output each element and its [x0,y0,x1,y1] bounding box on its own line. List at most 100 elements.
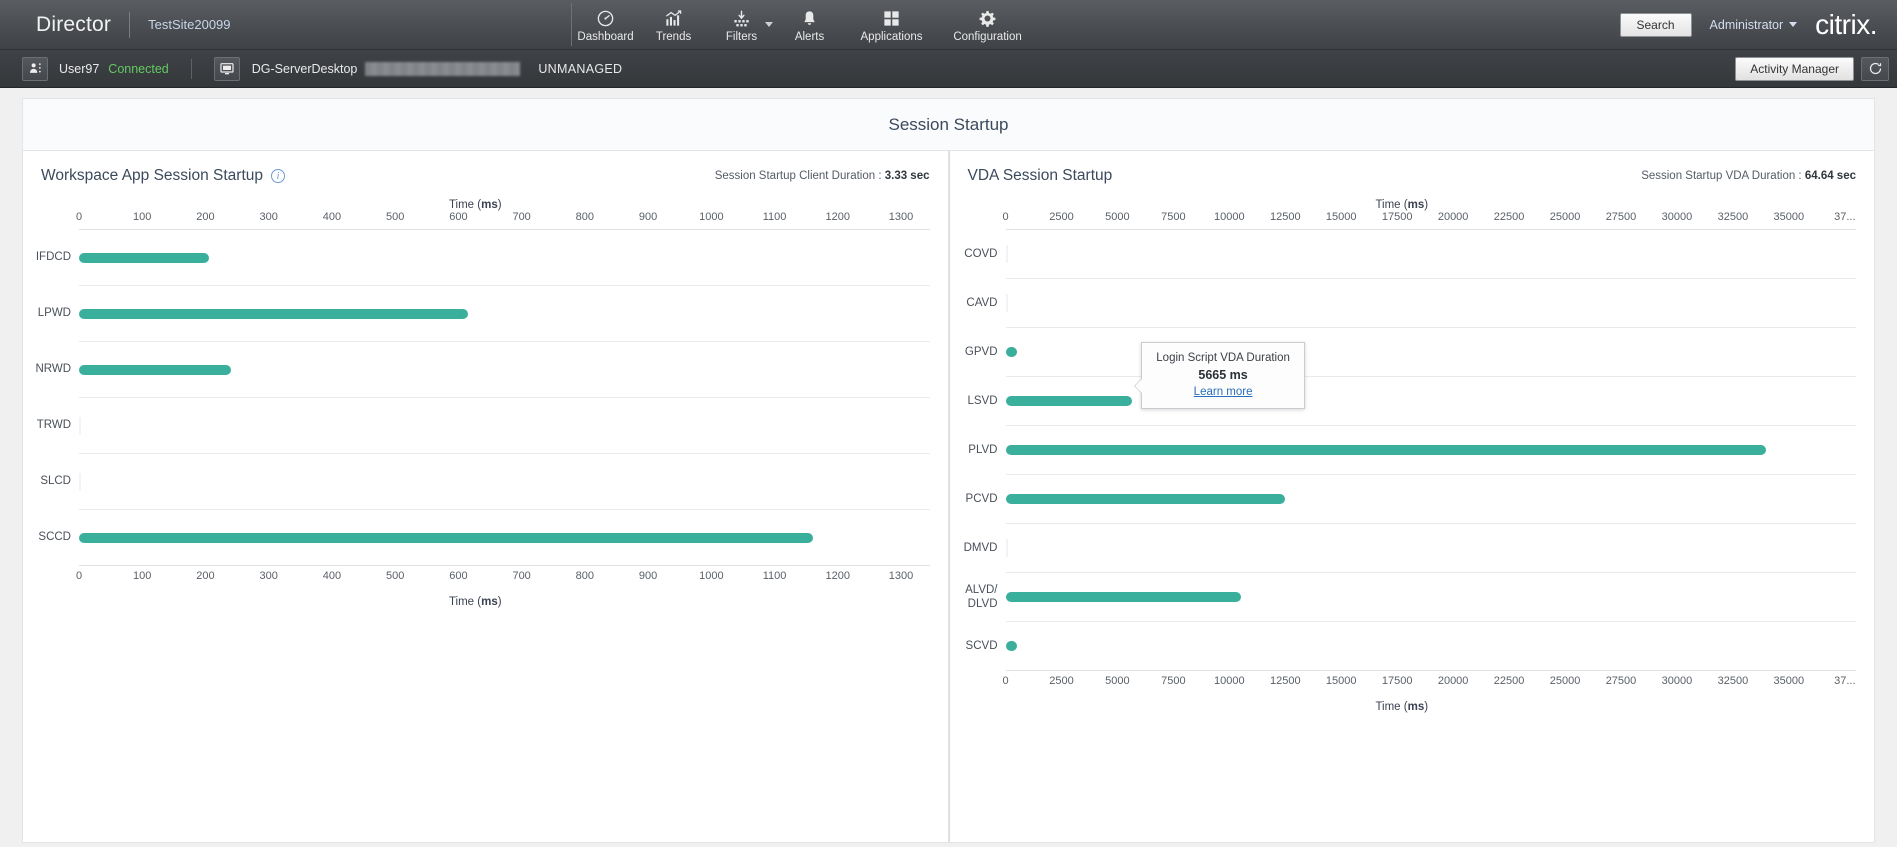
bar[interactable] [79,533,813,543]
x-tick-label: 32500 [1718,675,1749,687]
x-tick-label: 2500 [1049,675,1073,687]
x-tick-label: 200 [196,570,214,582]
chart-row: PCVD [1006,475,1857,524]
refresh-icon[interactable] [1861,57,1889,81]
learn-more-link[interactable]: Learn more [1194,386,1253,398]
nav-item-trends[interactable]: Trends [640,0,708,49]
category-label: SLCD [40,474,71,488]
x-tick-label: 400 [323,211,341,223]
x-tick-label: 200 [196,211,214,223]
admin-menu[interactable]: Administrator [1710,18,1798,32]
x-tick-label: 0 [76,570,82,582]
panel-header: Workspace App Session Startup i Session … [23,151,948,185]
x-tick-label: 300 [260,570,278,582]
gear-icon [978,9,997,28]
nav-item-filters[interactable]: Filters [708,0,776,49]
page-title-bar: Session Startup [22,98,1875,150]
nav-label: Trends [656,31,691,43]
x-tick-label: 15000 [1326,675,1357,687]
info-icon[interactable]: i [271,169,285,183]
x-tick-label: 500 [386,211,404,223]
session-bar-divider [191,59,192,79]
bar-track [79,286,930,341]
x-tick-label: 17500 [1382,675,1413,687]
workspace-app-session-startup-panel: Workspace App Session Startup i Session … [22,150,949,843]
x-axis-ticks-top: 0100200300400500600700800900100011001200… [79,211,930,229]
category-label: NRWD [35,362,71,376]
brand-area: Director TestSite20099 [0,0,231,49]
citrix-wordmark: citrix [1815,9,1870,40]
user-card-icon[interactable] [22,57,48,81]
metric-value: 3.33 sec [885,170,930,182]
x-tick-label: 1000 [699,570,723,582]
x-tick-label: 100 [133,570,151,582]
x-tick-label: 2500 [1049,211,1073,223]
nav-label: Applications [861,31,923,43]
x-tick-label: 22500 [1494,211,1525,223]
x-tick-label: 0 [76,211,82,223]
bar-track [79,342,930,397]
category-label: SCCD [38,530,71,544]
x-tick-label: 300 [260,211,278,223]
x-tick-label: 17500 [1382,211,1413,223]
chart-row: GPVD [1006,328,1857,377]
chart-row: IFDCD [79,230,930,286]
nav-item-applications[interactable]: Applications [844,0,940,49]
chart-row: LSVD [1006,377,1857,426]
bar[interactable] [1006,592,1241,602]
bar[interactable] [79,253,209,263]
bar-track [1006,573,1857,621]
nav-spacer [231,0,571,49]
bar[interactable] [79,365,231,375]
citrix-logo-dot: . [1870,9,1877,40]
admin-label: Administrator [1710,18,1784,32]
bar[interactable] [1006,396,1133,406]
bar[interactable] [1006,641,1017,651]
x-axis-title-top: Time (ms) [968,199,1857,211]
x-tick-label: 37... [1834,675,1855,687]
nav-item-configuration[interactable]: Configuration [940,0,1036,49]
bar[interactable] [1006,445,1767,455]
trend-chart-icon [664,9,683,28]
x-tick-label: 1000 [699,211,723,223]
right-chart: Time (ms) 025005000750010000125001500017… [950,199,1875,713]
brand-divider [129,12,130,38]
bar-track [79,230,930,285]
x-tick-label: 10000 [1214,675,1245,687]
bar[interactable] [79,473,81,491]
nav-item-dashboard[interactable]: Dashboard [572,0,640,49]
panel-header: VDA Session Startup Session Startup VDA … [950,151,1875,185]
bar[interactable] [1006,294,1008,312]
page-title: Session Startup [888,115,1008,135]
x-tick-label: 30000 [1662,675,1693,687]
monitor-icon[interactable] [214,57,240,81]
x-tick-label: 600 [449,211,467,223]
x-tick-label: 20000 [1438,211,1469,223]
bar[interactable] [1006,539,1008,557]
search-button[interactable]: Search [1620,13,1692,37]
bar[interactable] [79,309,468,319]
x-tick-label: 32500 [1718,211,1749,223]
x-tick-label: 27500 [1606,675,1637,687]
bar-track [79,510,930,565]
bar[interactable] [1006,494,1286,504]
x-tick-label: 7500 [1161,675,1185,687]
top-navigation-bar: Director TestSite20099 Dashboard Trends … [0,0,1897,50]
bar[interactable] [79,417,81,435]
chevron-down-icon[interactable] [765,22,773,27]
x-tick-label: 1200 [826,211,850,223]
bar[interactable] [1006,245,1008,263]
bar-track [79,454,930,509]
bell-icon [800,9,819,28]
bar-track [1006,524,1857,572]
chart-row: PLVD [1006,426,1857,475]
session-context-bar: User97 Connected DG-ServerDesktop UNMANA… [0,50,1897,88]
chart-row: SCVD [1006,622,1857,671]
nav-item-alerts[interactable]: Alerts [776,0,844,49]
bar-track [1006,279,1857,327]
chevron-down-icon [1789,22,1797,27]
x-tick-label: 800 [576,570,594,582]
activity-manager-button[interactable]: Activity Manager [1735,57,1854,81]
bar[interactable] [1006,347,1017,357]
chart-row: ALVD/ DLVD [1006,573,1857,622]
